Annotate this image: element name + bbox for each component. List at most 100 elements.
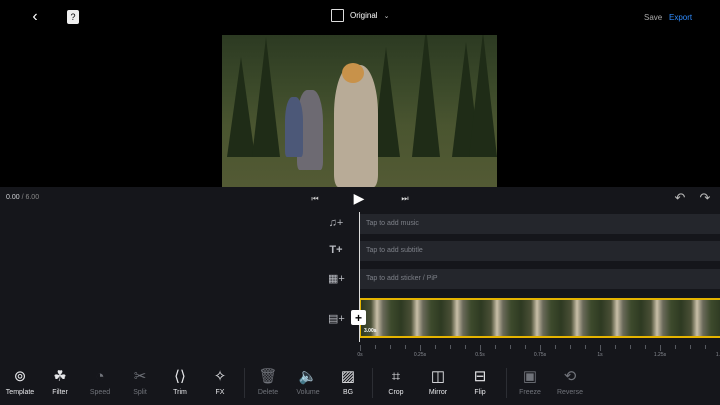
ruler-tick	[675, 345, 676, 349]
subtitle-track[interactable]: Tap to add subtitle	[360, 241, 720, 261]
add-music-icon[interactable]: ♫+	[328, 217, 344, 231]
add-clip-icon[interactable]: ▤+	[328, 312, 345, 326]
ruler-tick	[690, 345, 691, 349]
tool-freeze-button[interactable]: ▣ Freeze	[510, 368, 550, 396]
tool-reverse-button[interactable]: ⟲ Reverse	[550, 368, 590, 396]
ruler-tick	[645, 345, 646, 349]
video-clip-strip[interactable]: 3.00s	[359, 298, 720, 338]
tool-speed-button[interactable]: ◔ Speed	[80, 368, 120, 396]
ruler-tick	[630, 345, 631, 349]
ruler-label: 0.5s	[475, 352, 485, 358]
trash-icon: 🗑	[258, 368, 278, 385]
tool-label: Delete	[257, 389, 279, 396]
background-icon: ▨	[340, 368, 356, 385]
add-sticker-icon[interactable]: ▦+	[328, 272, 345, 286]
export-button[interactable]: Export	[669, 13, 692, 22]
ruler-label: 0s	[357, 352, 363, 358]
ruler-tick	[510, 345, 511, 349]
tool-label: Crop	[388, 389, 404, 396]
add-subtitle-icon[interactable]: T+	[328, 244, 344, 258]
tool-delete-button[interactable]: 🗑 Delete	[248, 368, 288, 396]
reverse-icon: ⟲	[563, 368, 577, 385]
tool-label: Template	[5, 389, 35, 396]
tool-fx-button[interactable]: ✧ FX	[200, 368, 240, 396]
ruler-tick	[540, 345, 541, 351]
tool-label: Volume	[296, 389, 320, 396]
tool-filter-button[interactable]: ☘ Filter	[40, 368, 80, 396]
trim-icon: ⟨⟩	[174, 368, 186, 385]
skip-to-start-icon[interactable]: ⏮	[309, 193, 321, 205]
tool-label: Flip	[474, 389, 486, 396]
tool-bg-button[interactable]: ▨ BG	[328, 368, 368, 396]
tool-trim-button[interactable]: ⟨⟩ Trim	[160, 368, 200, 396]
aspect-ratio-icon	[331, 9, 344, 22]
tool-mirror-button[interactable]: ◫ Mirror	[418, 368, 458, 396]
clip-duration: 3.00s	[364, 328, 377, 334]
scissors-icon: ✂	[133, 368, 147, 385]
redo-icon[interactable]: ↷	[697, 190, 713, 205]
freeze-icon: ▣	[522, 368, 538, 385]
ruler-label: 0.75s	[533, 352, 547, 358]
tool-label: FX	[215, 389, 225, 396]
ruler-tick	[480, 345, 481, 351]
speed-icon: ◔	[95, 368, 105, 385]
ruler-tick	[450, 345, 451, 349]
ruler-tick	[525, 345, 526, 349]
tool-label: Filter	[52, 389, 68, 396]
template-icon: ⊚	[13, 368, 27, 385]
add-clip-button[interactable]: +	[351, 310, 366, 325]
ruler-label: 1.	[715, 352, 720, 358]
tool-label: Trim	[173, 389, 187, 396]
sticker-track[interactable]: Tap to add sticker / PiP	[360, 269, 720, 289]
ruler-tick	[600, 345, 601, 351]
time-readout: 0.00 / 6.00	[6, 194, 40, 201]
ruler-label: 0.25s	[413, 352, 427, 358]
ruler-label: 1s	[597, 352, 603, 358]
tool-volume-button[interactable]: 🔈 Volume	[288, 368, 328, 396]
ruler-tick	[390, 345, 391, 349]
tool-template-button[interactable]: ⊚ Template	[0, 368, 40, 396]
mirror-icon: ◫	[430, 368, 446, 385]
tool-label: Mirror	[428, 389, 448, 396]
fx-icon: ✧	[213, 368, 227, 385]
tool-label: BG	[342, 389, 354, 396]
filter-icon: ☘	[53, 368, 67, 385]
tool-split-button[interactable]: ✂ Split	[120, 368, 160, 396]
ruler-tick	[555, 345, 556, 349]
tool-label: Reverse	[556, 389, 584, 396]
ruler-tick	[615, 345, 616, 349]
ruler-tick	[360, 345, 361, 351]
toolbar-divider	[372, 368, 373, 398]
ruler-label: 1.25s	[653, 352, 667, 358]
volume-icon: 🔈	[298, 368, 318, 385]
music-track[interactable]: Tap to add music	[360, 214, 720, 234]
ruler-tick	[465, 345, 466, 349]
aspect-ratio-label: Original	[350, 11, 378, 20]
chevron-down-icon: ⌄	[383, 12, 390, 20]
crop-icon: ⌗	[391, 368, 401, 385]
ruler-tick	[660, 345, 661, 351]
help-doc-icon[interactable]: ?	[67, 10, 79, 24]
tool-label: Split	[133, 389, 147, 396]
ruler-tick	[705, 345, 706, 349]
toolbar-divider	[244, 368, 245, 398]
toolbar-divider	[506, 368, 507, 398]
ruler-tick	[420, 345, 421, 351]
ruler-tick	[570, 345, 571, 349]
undo-icon[interactable]: ↶	[672, 190, 688, 205]
ruler-tick	[375, 345, 376, 349]
tool-label: Freeze	[519, 389, 541, 396]
ruler-tick	[405, 345, 406, 349]
ruler-tick	[495, 345, 496, 349]
tool-crop-button[interactable]: ⌗ Crop	[376, 368, 416, 396]
skip-to-end-icon[interactable]: ⏭	[399, 193, 411, 205]
play-button[interactable]: ▶	[351, 190, 367, 206]
tool-label: Speed	[89, 389, 111, 396]
ruler-tick	[585, 345, 586, 349]
save-button[interactable]: Save	[644, 13, 662, 22]
video-preview[interactable]	[222, 35, 497, 187]
aspect-ratio-dropdown[interactable]: Original ⌄	[331, 9, 389, 22]
back-icon[interactable]: ‹	[26, 8, 44, 26]
flip-icon: ⊟	[473, 368, 487, 385]
tool-flip-button[interactable]: ⊟ Flip	[460, 368, 500, 396]
